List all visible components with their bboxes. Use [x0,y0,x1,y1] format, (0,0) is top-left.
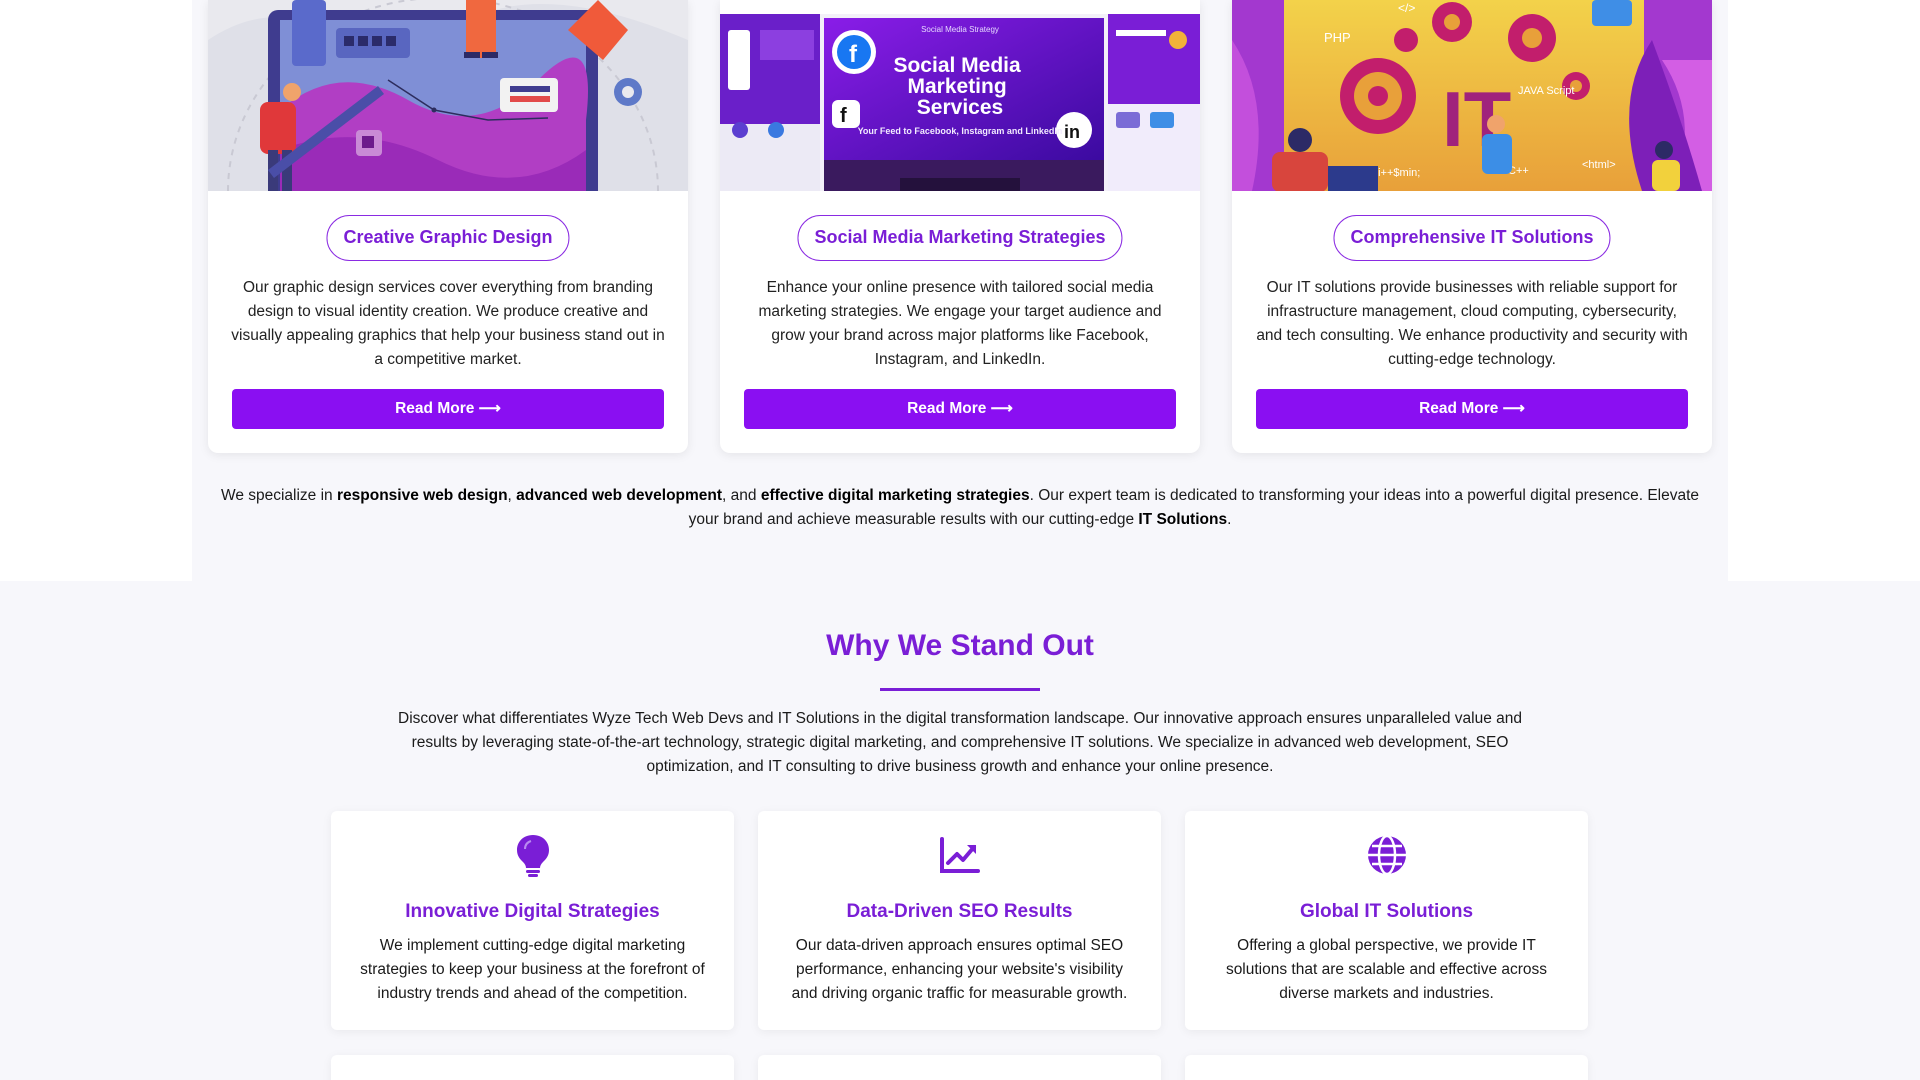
service-card-it-solutions: IT PHP </> JAVA Script C++ $i++$min; <ht… [1232,0,1712,453]
service-card-social-media: f f in Social Media Strategy Social Medi… [720,0,1200,453]
service-title: Creative Graphic Design [326,215,570,261]
summary-highlight: IT Solutions [1138,511,1228,528]
feature-description: Offering a global perspective, we provid… [1225,937,1548,1002]
feature-card-partial [331,1055,734,1080]
section-intro: Discover what differentiates Wyze Tech W… [398,710,1522,775]
service-description: Our graphic design services cover everyt… [231,279,665,368]
svg-text:in: in [1064,122,1080,142]
why-we-stand-out-section: Why We Stand Out Discover what different… [0,581,1920,1080]
services-summary: We specialize in responsive web design, … [220,487,1700,528]
feature-card-partial [758,1055,1161,1080]
read-more-button[interactable]: Read More ⟶ [744,389,1176,429]
image-php: PHP [1324,30,1351,45]
feature-title: Global IT Solutions [1299,901,1474,922]
feature-title: Innovative Digital Strategies [405,901,660,922]
it-solutions-illustration: IT PHP </> JAVA Script C++ $i++$min; <ht… [1232,0,1712,191]
summary-highlight: responsive web design [336,487,508,504]
section-title: Why We Stand Out [826,629,1094,662]
image-dollar: $i++$min; [1372,167,1420,179]
service-title: Comprehensive IT Solutions [1333,215,1611,261]
chart-line-icon [939,837,980,873]
read-more-button[interactable]: Read More ⟶ [1256,389,1688,429]
graphic-design-illustration [208,0,688,191]
service-description: Our IT solutions provide businesses with… [1256,279,1688,368]
feature-description: We implement cutting-edge digital market… [360,937,705,1002]
feature-card-partial [1185,1055,1588,1080]
svg-text:f: f [849,41,858,68]
svg-text:f: f [840,105,847,127]
title-underline [880,688,1040,691]
summary-highlight: advanced web development [516,487,723,504]
feature-description: Our data-driven approach ensures optimal… [791,937,1128,1002]
summary-highlight: effective digital marketing strategies [760,487,1030,504]
image-code: </> [1398,1,1415,15]
feature-card-global: Global IT Solutions Offering a global pe… [1185,811,1588,1030]
feature-card-seo: Data-Driven SEO Results Our data-driven … [758,811,1161,1030]
lightbulb-icon [516,835,549,877]
image-sub: Your Feed to Facebook, Instagram and Lin… [858,126,1063,136]
image-kicker: Social Media Strategy [921,25,999,34]
globe-icon [1367,834,1406,876]
service-title: Social Media Marketing Strategies [797,215,1123,261]
social-media-illustration: f f in Social Media Strategy Social Medi… [720,0,1200,191]
read-more-button[interactable]: Read More ⟶ [232,389,664,429]
service-card-graphic-design: Creative Graphic Design Our graphic desi… [208,0,688,453]
image-html: <html> [1582,159,1616,171]
feature-title: Data-Driven SEO Results [846,901,1073,922]
service-description: Enhance your online presence with tailor… [758,279,1162,368]
feature-card-innovative: Innovative Digital Strategies We impleme… [331,811,734,1030]
image-java: JAVA Script [1518,85,1574,97]
